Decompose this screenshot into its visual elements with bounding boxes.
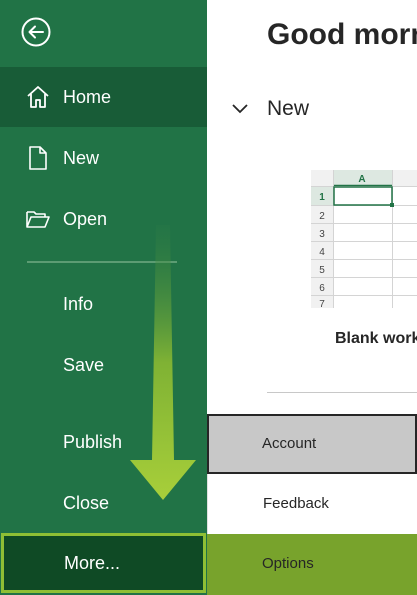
sidebar-item-label: Save: [63, 355, 105, 375]
sidebar-item-label: Publish: [63, 432, 123, 452]
sidebar-item-label: New: [63, 148, 100, 168]
sidebar-item-info[interactable]: Info: [0, 274, 207, 334]
more-menu-popup: Account Feedback Options: [207, 412, 417, 595]
blank-workbook-thumbnail[interactable]: A 1 2 3 4 5 6 7: [311, 170, 417, 308]
sidebar-item-more[interactable]: More...: [1, 533, 206, 593]
sidebar-item-label: Close: [63, 493, 110, 513]
sidebar-item-label: Open: [63, 209, 108, 229]
row-header-label: 7: [319, 299, 325, 308]
new-section-title: New: [267, 97, 310, 120]
row-header-label: 4: [319, 247, 325, 258]
sidebar-item-label: Info: [63, 294, 94, 314]
section-divider: [267, 392, 417, 393]
account-menu-item[interactable]: Account: [207, 414, 417, 474]
feedback-menu-item[interactable]: Feedback: [207, 474, 417, 534]
open-folder-icon: [26, 211, 50, 228]
row-header-label: 3: [319, 229, 325, 240]
page-title: Good morning: [267, 18, 417, 51]
new-section-toggle[interactable]: New: [231, 94, 309, 124]
backstage-sidebar: Home New Open Info Save Publish Close Mo…: [0, 0, 207, 595]
sidebar-item-label: Home: [63, 87, 112, 107]
sidebar-item-new[interactable]: New: [0, 128, 207, 188]
row-header-label: 5: [319, 265, 325, 276]
sidebar-item-close[interactable]: Close: [0, 473, 207, 533]
column-header-label: A: [358, 174, 365, 185]
sidebar-divider: [27, 261, 177, 263]
new-document-icon: [29, 146, 47, 170]
options-menu-item[interactable]: Options: [207, 534, 417, 595]
sidebar-item-label: More...: [64, 553, 121, 573]
sidebar-item-publish[interactable]: Publish: [0, 412, 207, 472]
back-arrow-icon[interactable]: [21, 17, 51, 47]
menu-item-label: Feedback: [263, 495, 329, 512]
menu-item-label: Options: [262, 555, 314, 572]
chevron-down-icon: [232, 104, 248, 114]
home-icon: [27, 86, 49, 108]
row-header-label: 1: [319, 192, 325, 203]
row-header-label: 6: [319, 283, 325, 294]
sidebar-item-save[interactable]: Save: [0, 335, 207, 395]
sidebar-item-open[interactable]: Open: [0, 189, 207, 249]
menu-item-label: Account: [262, 435, 317, 452]
row-header-label: 2: [319, 211, 325, 222]
sidebar-item-home[interactable]: Home: [0, 67, 207, 127]
blank-workbook-label: Blank workbook: [335, 330, 417, 347]
